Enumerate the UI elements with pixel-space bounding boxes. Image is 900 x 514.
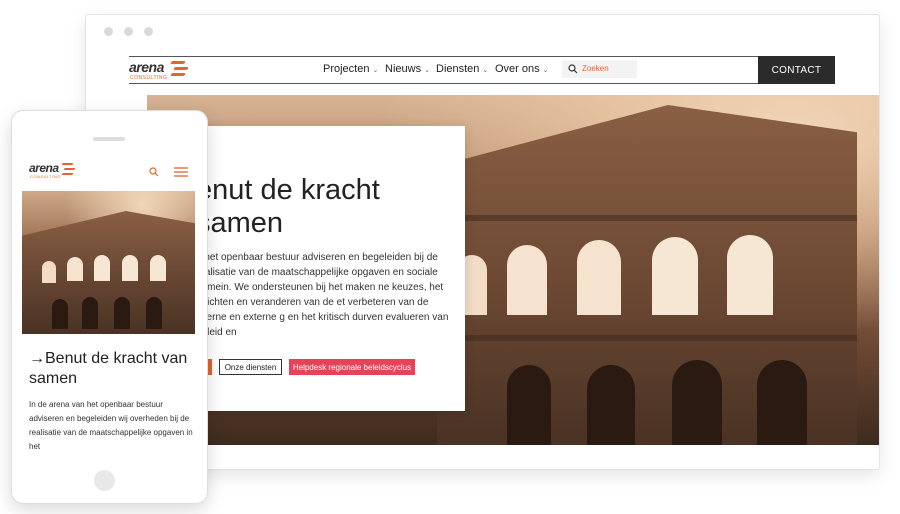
logo-subtitle: CONSULTING (30, 174, 61, 179)
mobile-title: →Benut de kracht van samen (29, 350, 188, 387)
arch (82, 297, 98, 329)
search-input[interactable]: Zoeken (562, 60, 637, 78)
arch (114, 297, 130, 329)
arch (42, 261, 56, 283)
hamburger-menu-icon[interactable] (174, 167, 188, 177)
mobile-logo[interactable]: arena CONSULTING (29, 161, 79, 181)
logo-mark-icon (170, 61, 191, 79)
phone-home-button (94, 470, 115, 491)
hero-paragraph: n het openbaar bestuur adviseren en bege… (196, 252, 449, 338)
arch (507, 365, 551, 445)
onze-diensten-button[interactable]: Onze diensten (219, 359, 282, 375)
chevron-down-icon: ⌄ (542, 67, 549, 74)
arch (672, 360, 722, 445)
arch (727, 235, 773, 315)
helpdesk-button[interactable]: Helpdesk regionale beleidscyclus (289, 359, 415, 375)
site-logo[interactable]: arena CONSULTING (129, 57, 199, 83)
hero-title: enut de kracht samen (196, 174, 380, 239)
cornice-band (437, 335, 857, 341)
arch (52, 299, 68, 329)
nav-item-over-ons[interactable]: Over ons ⌄ (495, 63, 549, 75)
phone-speaker (93, 137, 125, 141)
chevron-down-icon: ⌄ (372, 67, 379, 74)
search-icon (568, 64, 578, 74)
nav-item-diensten[interactable]: Diensten ⌄ (436, 63, 488, 75)
chevron-down-icon: ⌄ (482, 67, 489, 74)
arch (122, 255, 138, 281)
mobile-phone-mockup: arena CONSULTING →Benut de kracht van sa… (11, 110, 208, 504)
nav-item-nieuws[interactable]: Nieuws ⌄ (385, 63, 430, 75)
arch (507, 245, 547, 315)
chevron-down-icon: ⌄ (424, 67, 430, 74)
contact-button[interactable]: CONTACT (758, 56, 835, 84)
window-dot-1 (104, 27, 113, 36)
logo-subtitle: CONSULTING (130, 75, 168, 81)
site-navbar: arena CONSULTING Projecten ⌄ Nieuws ⌄ Dien… (129, 56, 835, 84)
arch (150, 255, 166, 281)
hero-card: NG enut de kracht samen n het openbaar b… (196, 126, 465, 411)
search-icon[interactable] (149, 167, 159, 177)
arch (94, 255, 110, 281)
window-dot-3 (144, 27, 153, 36)
arch (757, 360, 807, 445)
logo-wordmark: arena (129, 59, 164, 75)
arch (652, 237, 698, 315)
logo-wordmark: arena (29, 161, 59, 175)
search-placeholder: Zoeken (582, 64, 609, 73)
arch (577, 240, 621, 315)
window-dot-2 (124, 27, 133, 36)
logo-mark-icon (61, 163, 78, 177)
arch (587, 365, 635, 445)
arch (146, 297, 162, 329)
cornice-band (437, 215, 857, 221)
mobile-hero-image (22, 191, 195, 334)
nav-item-projecten[interactable]: Projecten ⌄ (323, 63, 378, 75)
arch (67, 257, 83, 281)
mobile-paragraph: In de arena van het openbaar bestuur adv… (29, 400, 193, 451)
